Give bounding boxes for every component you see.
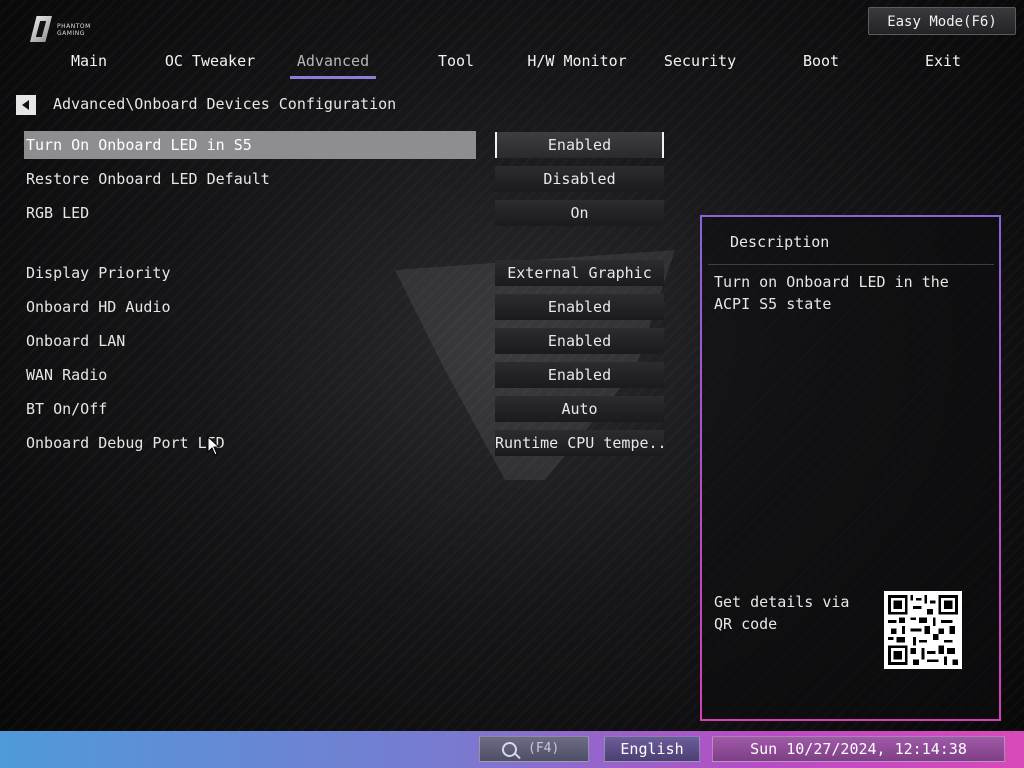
tab-boot[interactable]: Boot (760, 50, 882, 80)
setting-label: Onboard HD Audio (26, 298, 171, 316)
setting-label: Display Priority (26, 264, 171, 282)
setting-value[interactable]: Enabled (495, 294, 664, 320)
logo-line1: PHANTOM (57, 23, 91, 30)
setting-value[interactable]: Disabled (495, 166, 664, 192)
setting-turn-on-onboard-led-s5[interactable]: Turn On Onboard LED in S5 Enabled (24, 131, 664, 159)
language-button[interactable]: English (604, 736, 700, 762)
setting-value[interactable]: Enabled (495, 132, 664, 158)
setting-onboard-debug-port-led[interactable]: Onboard Debug Port LED Runtime CPU tempe… (24, 429, 664, 457)
setting-onboard-hd-audio[interactable]: Onboard HD Audio Enabled (24, 293, 664, 321)
setting-label: Turn On Onboard LED in S5 (24, 131, 476, 159)
tab-advanced[interactable]: Advanced (272, 50, 394, 80)
description-panel: Description Turn on Onboard LED in the A… (700, 215, 1001, 721)
setting-label: RGB LED (26, 204, 90, 222)
setting-onboard-lan[interactable]: Onboard LAN Enabled (24, 327, 664, 355)
setting-bt-on-off[interactable]: BT On/Off Auto (24, 395, 664, 423)
setting-value[interactable]: On (495, 200, 664, 226)
setting-label: BT On/Off (26, 400, 108, 418)
setting-display-priority[interactable]: Display Priority External Graphic (24, 259, 664, 287)
brand-logo: PHANTOM GAMING (30, 16, 110, 44)
logo-mark-icon (30, 16, 52, 42)
breadcrumb-path: Advanced\Onboard Devices Configuration (53, 95, 397, 113)
setting-rgb-led[interactable]: RGB LED On (24, 199, 664, 227)
tab-security[interactable]: Security (639, 50, 761, 80)
setting-value[interactable]: Runtime CPU tempe... (495, 430, 664, 456)
setting-value[interactable]: External Graphic (495, 260, 664, 286)
qr-caption: Get details via QR code (714, 593, 850, 633)
description-title: Description (730, 233, 830, 251)
tab-hw-monitor[interactable]: H/W Monitor (516, 50, 638, 80)
setting-label: WAN Radio (26, 366, 108, 384)
search-button[interactable]: (F4) (479, 736, 589, 762)
setting-value[interactable]: Enabled (495, 362, 664, 388)
setting-value[interactable]: Auto (495, 396, 664, 422)
logo-line2: GAMING (57, 30, 85, 37)
datetime-display: Sun 10/27/2024, 12:14:38 (712, 736, 1005, 762)
mouse-pointer-icon (207, 436, 221, 456)
setting-value[interactable]: Enabled (495, 328, 664, 354)
description-text: Turn on Onboard LED in the ACPI S5 state (714, 273, 949, 313)
qr-code-icon[interactable] (884, 591, 962, 669)
setting-label: Onboard LAN (26, 332, 126, 350)
easy-mode-button[interactable]: Easy Mode(F6) (868, 7, 1016, 35)
setting-restore-onboard-led-default[interactable]: Restore Onboard LED Default Disabled (24, 165, 664, 193)
setting-label: Onboard Debug Port LED (26, 434, 225, 452)
tab-exit[interactable]: Exit (882, 50, 1004, 80)
back-arrow-icon[interactable] (16, 95, 36, 115)
bottom-bar: (F4) English Sun 10/27/2024, 12:14:38 (0, 731, 1024, 768)
tab-tool[interactable]: Tool (395, 50, 517, 80)
tab-bar: Main OC Tweaker Advanced Tool H/W Monito… (28, 50, 994, 80)
setting-wan-radio[interactable]: WAN Radio Enabled (24, 361, 664, 389)
setting-label: Restore Onboard LED Default (26, 170, 270, 188)
search-shortcut: (F4) (528, 741, 560, 756)
tab-main[interactable]: Main (28, 50, 150, 80)
tab-oc-tweaker[interactable]: OC Tweaker (149, 50, 271, 80)
search-icon (502, 742, 517, 757)
description-divider (708, 264, 994, 265)
